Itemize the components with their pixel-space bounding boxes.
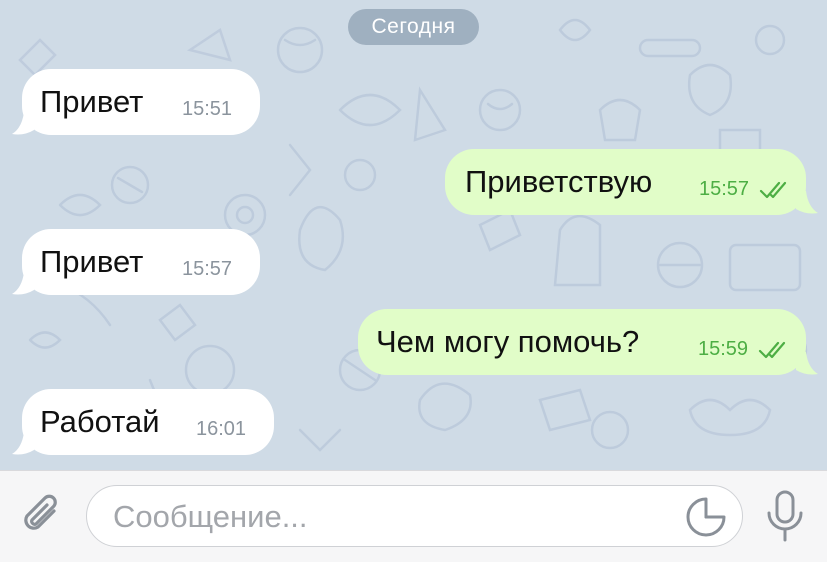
message-composer [0,470,827,562]
chat-area[interactable]: Сегодня Привет 15:51 Приветствую 15:57 П… [0,0,827,470]
message-text: Привет [40,84,144,119]
double-check-icon [759,181,787,199]
message-time: 16:01 [196,418,247,440]
message-bubble-incoming[interactable]: Привет 15:57 [22,229,260,295]
double-check-icon [758,341,786,359]
message-time: 15:59 [698,338,749,360]
message-text: Приветствую [465,164,653,199]
message-bubble-outgoing[interactable]: Чем могу помочь? 15:59 [358,309,806,375]
message-time: 15:51 [182,98,233,120]
message-text: Чем могу помочь? [376,324,640,359]
microphone-icon[interactable] [762,489,808,543]
paperclip-icon[interactable] [18,491,66,539]
message-time: 15:57 [182,258,233,280]
message-input-box[interactable] [86,485,743,547]
message-text: Работай [40,404,160,439]
message-input[interactable] [111,496,675,538]
message-bubble-incoming[interactable]: Привет 15:51 [22,69,260,135]
date-divider: Сегодня [348,9,479,45]
sticker-icon[interactable] [685,496,727,538]
message-time: 15:57 [699,178,750,200]
message-bubble-incoming[interactable]: Работай 16:01 [22,389,274,455]
message-text: Привет [40,244,144,279]
message-bubble-outgoing[interactable]: Приветствую 15:57 [445,149,806,215]
